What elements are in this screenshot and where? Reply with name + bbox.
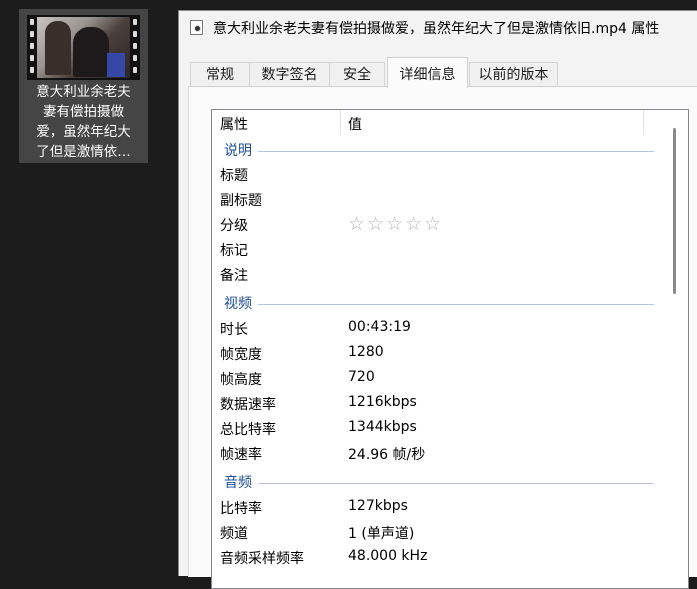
property-row[interactable]: 帧宽度 1280 bbox=[212, 341, 652, 366]
rating-stars-icon[interactable]: ☆☆☆☆☆ bbox=[348, 213, 443, 235]
list-header: 属性 值 bbox=[212, 110, 660, 135]
property-row[interactable]: 副标题 bbox=[212, 187, 652, 212]
scrollbar-thumb[interactable] bbox=[673, 128, 676, 294]
tab-digital-signature[interactable]: 数字签名 bbox=[249, 62, 330, 87]
property-row[interactable]: 时长 00:43:19 bbox=[212, 316, 652, 341]
video-thumbnail-icon bbox=[27, 15, 140, 80]
column-header-value[interactable]: 值 bbox=[348, 114, 362, 134]
tab-security[interactable]: 安全 bbox=[329, 62, 385, 87]
tab-details[interactable]: 详细信息 bbox=[387, 57, 468, 88]
tab-previous-versions[interactable]: 以前的版本 bbox=[469, 62, 558, 87]
video-file-icon bbox=[190, 20, 203, 35]
window-title: 意大利业余老夫妻有偿拍摄做爱，虽然年纪大了但是激情依旧.mp4 属性 bbox=[213, 21, 660, 37]
property-row[interactable]: 帧高度 720 bbox=[212, 366, 652, 391]
property-row[interactable]: 标题 bbox=[212, 162, 652, 187]
group-header-video: 视频 bbox=[224, 293, 654, 313]
title-bar[interactable]: 意大利业余老夫妻有偿拍摄做爱，虽然年纪大了但是激情依旧.mp4 属性 bbox=[179, 11, 697, 45]
property-row[interactable]: 总比特率 1344kbps bbox=[212, 416, 652, 441]
property-row[interactable]: 备注 bbox=[212, 262, 652, 287]
property-list[interactable]: 属性 值 说明 标题 副标题 分级 ☆☆☆☆☆ 标记 备注 视频 时长 00:4… bbox=[211, 109, 689, 589]
tab-general[interactable]: 常规 bbox=[190, 62, 250, 87]
desktop-file-icon[interactable]: 意大利业余老夫 妻有偿拍摄做 爱，虽然年纪大 了但是激情依… bbox=[19, 9, 148, 163]
details-panel: 属性 值 说明 标题 副标题 分级 ☆☆☆☆☆ 标记 备注 视频 时长 00:4… bbox=[188, 86, 697, 589]
property-row[interactable]: 比特率 127kbps bbox=[212, 495, 652, 520]
property-row-rating[interactable]: 分级 ☆☆☆☆☆ bbox=[212, 212, 652, 237]
property-row[interactable]: 标记 bbox=[212, 237, 652, 262]
property-row[interactable]: 音频采样频率 48.000 kHz bbox=[212, 545, 652, 570]
property-row[interactable]: 帧速率 24.96 帧/秒 bbox=[212, 441, 652, 466]
column-header-property[interactable]: 属性 bbox=[220, 114, 248, 134]
property-row[interactable]: 数据速率 1216kbps bbox=[212, 391, 652, 416]
group-header-description: 说明 bbox=[224, 140, 654, 160]
property-row[interactable]: 频道 1 (单声道) bbox=[212, 520, 652, 545]
group-header-audio: 音频 bbox=[224, 472, 654, 492]
properties-window: 意大利业余老夫妻有偿拍摄做爱，虽然年纪大了但是激情依旧.mp4 属性 常规 数字… bbox=[178, 10, 697, 589]
desktop-file-label: 意大利业余老夫 妻有偿拍摄做 爱，虽然年纪大 了但是激情依… bbox=[36, 84, 131, 160]
